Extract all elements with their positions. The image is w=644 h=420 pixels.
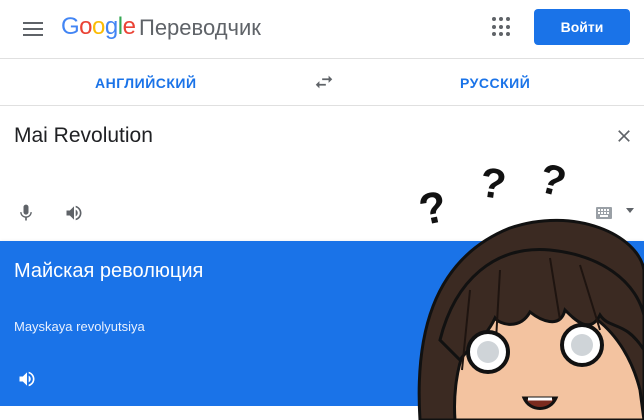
speaker-icon[interactable] <box>16 369 38 389</box>
apps-grid-icon[interactable] <box>492 17 512 37</box>
source-language-button[interactable]: АНГЛИЙСКИЙ <box>95 75 197 91</box>
swap-languages-icon[interactable] <box>313 71 335 93</box>
logo-letter: o <box>79 13 93 40</box>
product-name: Переводчик <box>139 15 261 40</box>
top-bar: Google Переводчик Войти <box>0 0 644 59</box>
microphone-icon[interactable] <box>16 202 36 224</box>
question-mark: ? <box>535 154 571 206</box>
google-logo[interactable]: Google <box>61 13 136 41</box>
menu-icon[interactable] <box>22 18 44 40</box>
source-input[interactable]: Mai Revolution <box>14 124 153 148</box>
confused-anime-girl-sticker: ? ? ? <box>415 154 644 420</box>
target-language-button[interactable]: РУССКИЙ <box>460 75 530 91</box>
language-bar: АНГЛИЙСКИЙ РУССКИЙ <box>0 59 644 106</box>
logo-letter: G <box>61 13 80 40</box>
signin-button[interactable]: Войти <box>534 9 630 45</box>
logo-letter: o <box>92 13 105 40</box>
logo-letter: e <box>122 13 136 40</box>
transliteration-text: Mayskaya revolyutsiya <box>14 319 145 334</box>
logo-letter: g <box>104 13 118 40</box>
question-mark: ? <box>415 182 451 236</box>
speaker-icon[interactable] <box>63 203 85 223</box>
translation-text: Майская революция <box>14 260 204 282</box>
question-mark: ? <box>477 158 509 208</box>
